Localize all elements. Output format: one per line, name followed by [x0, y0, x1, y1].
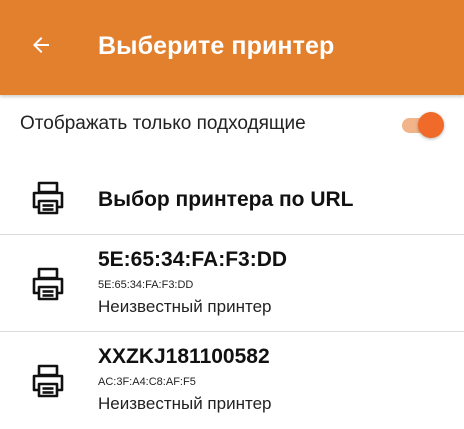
app-bar: Выберите принтер	[0, 0, 464, 95]
printer-mac-address: 5E:65:34:FA:F3:DD	[98, 279, 194, 291]
back-button[interactable]	[24, 30, 58, 64]
show-suitable-only-toggle[interactable]	[400, 112, 446, 140]
printer-mac-address: AC:3F:A4:C8:AF:F5	[98, 376, 196, 388]
printer-list-item[interactable]: XXZKJ181100582 AC:3F:A4:C8:AF:F5 Неизвес…	[0, 333, 464, 429]
divider	[0, 234, 464, 235]
printer-name: XXZKJ181100582	[98, 345, 270, 368]
printer-name: 5E:65:34:FA:F3:DD	[98, 248, 288, 271]
select-printer-by-url-item[interactable]: Выбор принтера по URL	[0, 164, 464, 234]
page-title: Выберите принтер	[98, 32, 335, 60]
printer-status: Неизвестный принтер	[98, 394, 272, 413]
url-option-label: Выбор принтера по URL	[98, 188, 354, 211]
printer-icon	[30, 363, 66, 404]
filter-row: Отображать только подходящие	[0, 96, 464, 154]
printer-list-item[interactable]: 5E:65:34:FA:F3:DD 5E:65:34:FA:F3:DD Неиз…	[0, 236, 464, 332]
printer-status: Неизвестный принтер	[98, 297, 272, 316]
toggle-thumb	[418, 112, 444, 138]
filter-label: Отображать только подходящие	[20, 113, 306, 134]
printer-icon	[30, 266, 66, 307]
divider	[0, 331, 464, 332]
arrow-left-icon	[29, 33, 53, 62]
printer-icon	[30, 180, 66, 221]
